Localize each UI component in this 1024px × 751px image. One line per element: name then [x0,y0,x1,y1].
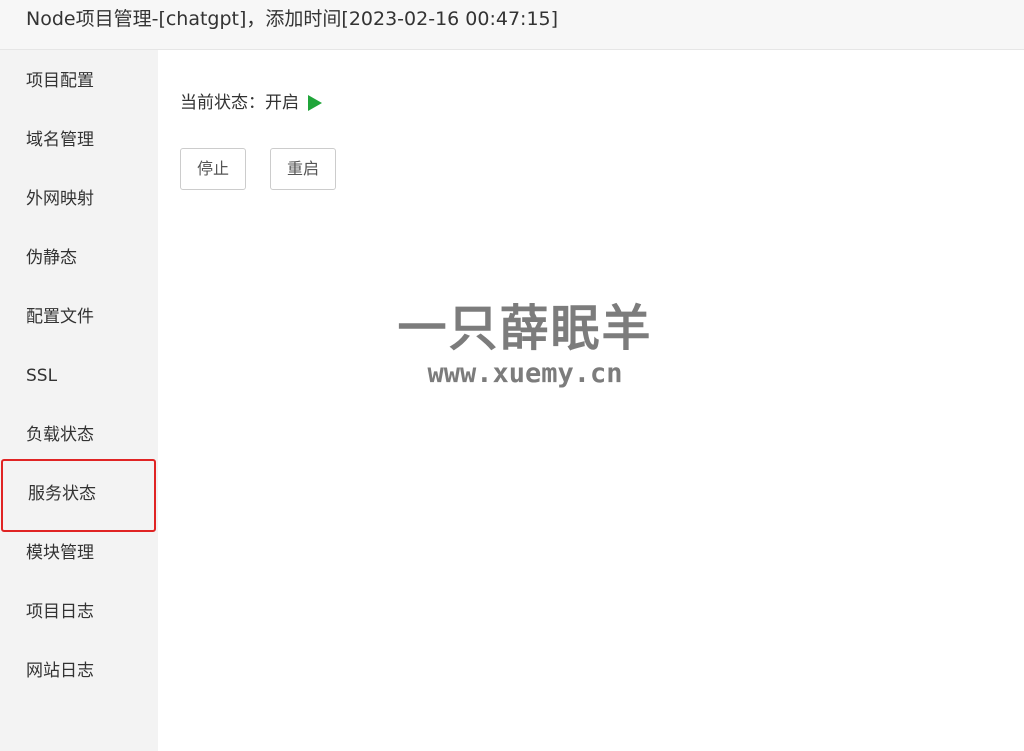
sidebar-item-config-file[interactable]: 配置文件 [0,288,158,347]
status-label: 当前状态： [180,93,265,113]
restart-button[interactable]: 重启 [270,148,336,190]
status-value: 开启 [265,93,299,113]
dialog-titlebar: Node项目管理-[chatgpt]，添加时间[2023-02-16 00:47… [0,0,1024,50]
sidebar-item-service-status[interactable]: 服务状态 [1,459,156,532]
watermark-url: www.xuemy.cn [427,358,623,389]
play-icon [308,95,323,111]
sidebar-item-module-management[interactable]: 模块管理 [0,524,158,583]
sidebar-item-project-log[interactable]: 项目日志 [0,583,158,642]
node-project-dialog: Node项目管理-[chatgpt]，添加时间[2023-02-16 00:47… [0,0,1024,751]
dialog-title: Node项目管理-[chatgpt]，添加时间[2023-02-16 00:47… [26,8,559,30]
watermark: 一只薛眠羊 www.xuemy.cn [397,300,653,390]
sidebar-nav: 项目配置 域名管理 外网映射 伪静态 配置文件 SSL 负载状态 服务状态 模块… [0,50,158,751]
sidebar-item-site-log[interactable]: 网站日志 [0,642,158,701]
sidebar-item-rewrite[interactable]: 伪静态 [0,229,158,288]
sidebar-item-project-config[interactable]: 项目配置 [0,52,158,111]
service-status-panel: 当前状态：开启 停止 重启 一只薛眠羊 www.xuemy.cn [158,50,1024,751]
sidebar-item-domain-management[interactable]: 域名管理 [0,111,158,170]
watermark-name: 一只薛眠羊 [397,300,653,357]
current-status: 当前状态：开启 [180,91,323,115]
sidebar-item-ssl[interactable]: SSL [0,347,158,406]
sidebar-item-external-mapping[interactable]: 外网映射 [0,170,158,229]
sidebar-item-load-status[interactable]: 负载状态 [0,406,158,465]
stop-button[interactable]: 停止 [180,148,246,190]
